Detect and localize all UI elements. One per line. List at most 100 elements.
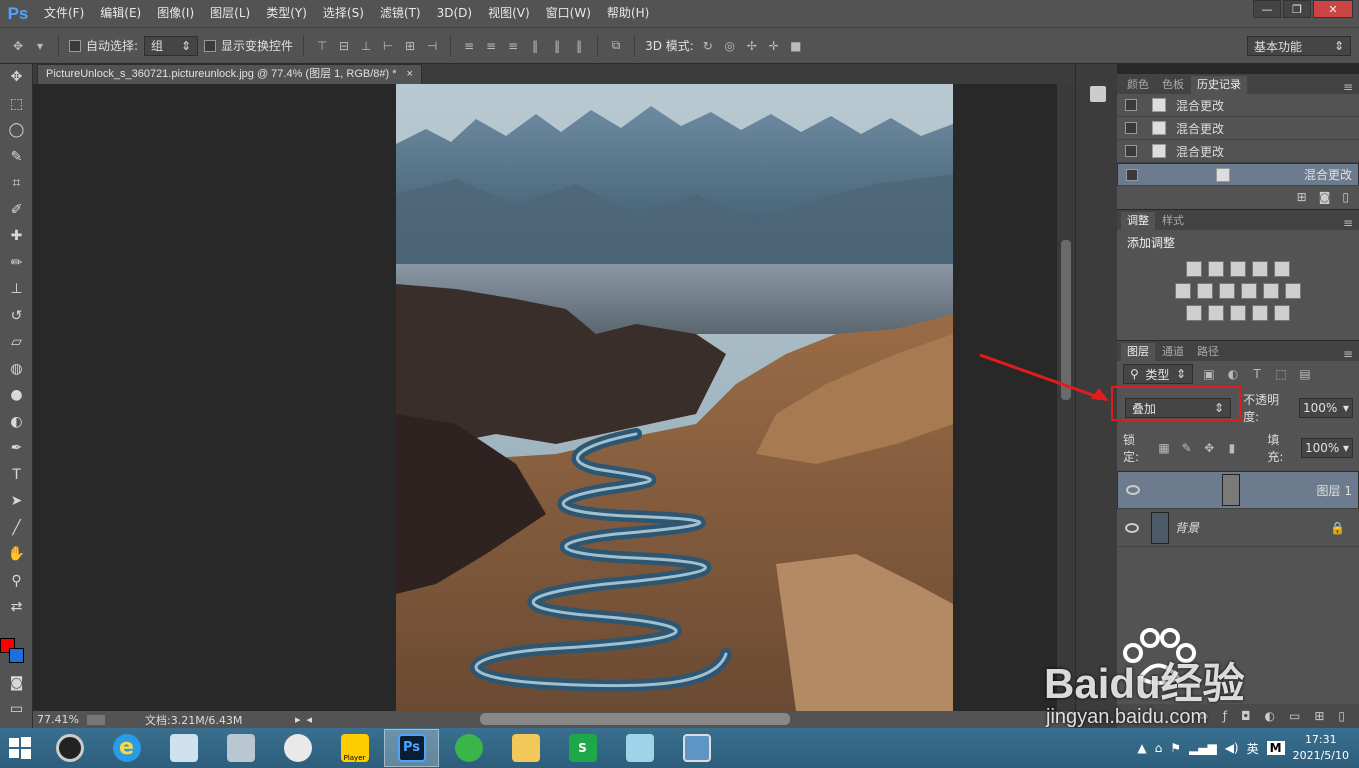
blur-tool-icon[interactable]: ● [0,382,33,409]
taskbar-app-sync[interactable] [441,729,496,767]
filter-type-icon[interactable]: T [1249,366,1265,382]
tab-color[interactable]: 颜色 [1121,76,1155,94]
new-layer-icon[interactable]: ⊞ [1314,709,1324,723]
layer-row-selected[interactable]: 图层 1 [1117,471,1359,509]
layer-row[interactable]: 背景 🔒 [1117,509,1359,547]
filter-adjustment-icon[interactable]: ◐ [1225,366,1241,382]
move-tool-icon[interactable]: ✥ [0,64,33,91]
tab-layers[interactable]: 图层 [1121,343,1155,361]
history-item[interactable]: 混合更改 [1117,117,1359,140]
background-color-swatch[interactable] [9,648,24,663]
crop-tool-icon[interactable]: ⌗ [0,170,33,197]
adjustment-layer-icon[interactable]: ◐ [1265,709,1275,723]
taskbar-app-sheets[interactable]: S [555,729,610,767]
document-image[interactable] [396,84,953,711]
tab-adjustments[interactable]: 调整 [1121,212,1155,230]
lasso-tool-icon[interactable]: ◯ [0,117,33,144]
filter-pixel-icon[interactable]: ▣ [1201,366,1217,382]
start-button[interactable] [0,729,40,767]
menu-help[interactable]: 帮助(H) [599,0,657,27]
selective-color-icon[interactable] [1252,305,1268,321]
tab-styles[interactable]: 样式 [1156,212,1190,230]
network-device-icon[interactable]: ⌂ [1155,741,1163,755]
close-button[interactable]: ✕ [1313,0,1353,18]
healing-brush-tool-icon[interactable]: ✚ [0,223,33,250]
camera-3d-icon[interactable]: ■ [788,38,804,54]
quick-select-tool-icon[interactable]: ✎ [0,144,33,171]
posterize-icon[interactable] [1208,305,1224,321]
chevron-down-icon[interactable]: ▾ [32,38,48,54]
taskbar-app-explorer[interactable] [498,729,553,767]
scroll-left-icon[interactable]: ◂ [307,713,313,726]
tab-swatches[interactable]: 色板 [1156,76,1190,94]
path-select-tool-icon[interactable]: ➤ [0,488,33,515]
threshold-icon[interactable] [1230,305,1246,321]
eye-icon[interactable] [1125,522,1139,533]
tab-history[interactable]: 历史记录 [1191,76,1247,94]
roll-3d-icon[interactable]: ◎ [722,38,738,54]
paint-bucket-tool-icon[interactable]: ◍ [0,356,33,383]
checkbox-box[interactable] [69,39,81,52]
menu-file[interactable]: 文件(F) [36,0,92,27]
restore-button[interactable]: ❐ [1283,0,1311,18]
show-transform-checkbox[interactable]: 显示变换控件 [204,37,293,54]
volume-icon[interactable]: ◀) [1225,741,1239,755]
history-item-selected[interactable]: 混合更改 [1117,163,1359,186]
panel-menu-icon[interactable]: ≡ [1343,347,1353,361]
camera-icon[interactable]: ◙ [1319,190,1331,204]
exposure-icon[interactable] [1252,261,1268,277]
align-left-icon[interactable]: ⊢ [380,38,396,54]
curves-icon[interactable] [1230,261,1246,277]
brightness-icon[interactable] [1186,261,1202,277]
gradient-map-icon[interactable] [1274,305,1290,321]
taskbar-app-player[interactable]: Player [327,729,382,767]
align-bottom-icon[interactable]: ⊥ [358,38,374,54]
minimize-button[interactable]: — [1253,0,1281,18]
swap-colors-icon[interactable]: ⇄ [0,594,33,621]
new-document-icon[interactable]: ⊞ [1297,190,1307,204]
distribute-bottom-icon[interactable]: ≡ [505,38,521,54]
marquee-tool-icon[interactable]: ⬚ [0,91,33,118]
distribute-vcenter-icon[interactable]: ≡ [483,38,499,54]
tab-channels[interactable]: 通道 [1156,343,1190,361]
horizontal-scroll-thumb[interactable] [480,713,790,725]
zoom-tool-icon[interactable]: ⚲ [0,568,33,595]
checkbox-box[interactable] [1126,168,1138,181]
status-menu-arrow-icon[interactable]: ▸ [295,713,301,726]
panel-menu-icon[interactable]: ≡ [1343,216,1353,230]
clock[interactable]: 17:31 2021/5/10 [1293,732,1349,764]
black-white-icon[interactable] [1219,283,1235,299]
align-vcenter-icon[interactable]: ⊟ [336,38,352,54]
checkbox-box[interactable] [1125,145,1137,157]
fill-input[interactable]: 100% ▾ [1301,438,1353,458]
ime-mode[interactable]: M [1266,741,1285,755]
photo-filter-icon[interactable] [1241,283,1257,299]
ime-language[interactable]: 英 [1247,740,1259,757]
stamp-tool-icon[interactable]: ⊥ [0,276,33,303]
distribute-right-icon[interactable]: ‖ [571,38,587,54]
rotate-3d-icon[interactable]: ↻ [700,38,716,54]
dodge-tool-icon[interactable]: ◐ [0,409,33,436]
align-hcenter-icon[interactable]: ⊞ [402,38,418,54]
color-lookup-icon[interactable] [1285,283,1301,299]
workspace-dropdown[interactable]: 基本功能 ⇕ [1247,36,1351,56]
menu-filter[interactable]: 滤镜(T) [372,0,429,27]
status-icon[interactable] [87,714,105,725]
history-item[interactable]: 混合更改 [1117,94,1359,117]
color-balance-icon[interactable] [1197,283,1213,299]
hue-saturation-icon[interactable] [1175,283,1191,299]
eraser-tool-icon[interactable]: ▱ [0,329,33,356]
taskbar-app-photoshop[interactable]: Ps [384,729,439,767]
quick-mask-icon[interactable]: ◙ [0,670,33,697]
line-tool-icon[interactable]: ╱ [0,515,33,542]
zoom-level[interactable]: 77.41% [37,713,87,726]
distribute-left-icon[interactable]: ‖ [527,38,543,54]
taskbar-app-ie[interactable]: e [99,729,154,767]
menu-select[interactable]: 选择(S) [315,0,372,27]
lock-pixels-icon[interactable]: ✎ [1179,440,1194,456]
taskbar-app-calculator[interactable] [156,729,211,767]
taskbar-app-paint[interactable] [270,729,325,767]
trash-icon[interactable]: ▯ [1338,709,1345,723]
flag-icon[interactable]: ⚑ [1170,741,1181,755]
invert-icon[interactable] [1186,305,1202,321]
